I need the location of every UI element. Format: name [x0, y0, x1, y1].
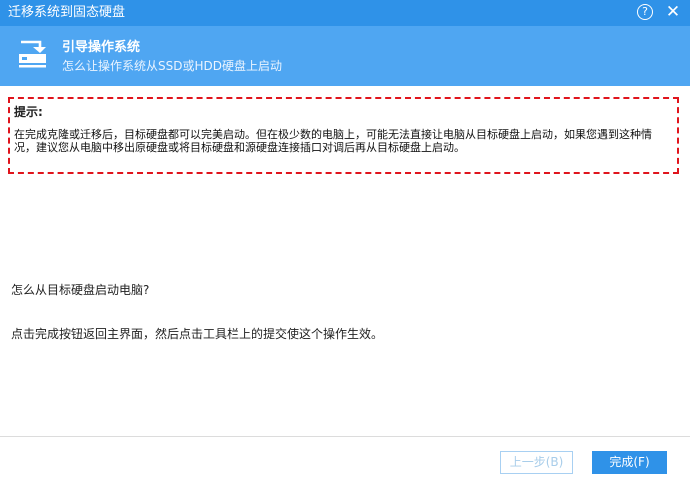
tip-title: 提示: — [14, 105, 43, 119]
tip-text: 在完成克隆或迁移后，目标硬盘都可以完美启动。但在极少数的电脑上，可能无法直接让电… — [14, 128, 652, 154]
tip-box: 提示: 在完成克隆或迁移后，目标硬盘都可以完美启动。但在极少数的电脑上，可能无法… — [8, 97, 679, 174]
title-bar: 迁移系统到固态硬盘 ? ✕ — [0, 0, 690, 26]
footer-divider — [0, 436, 690, 437]
migrate-system-dialog: 迁移系统到固态硬盘 ? ✕ 引导操作系统 怎么让操作系统从SSD或HDD硬盘上启… — [0, 0, 690, 486]
instruction-text: 点击完成按钮返回主界面，然后点击工具栏上的提交使这个操作生效。 — [11, 327, 384, 341]
window-title: 迁移系统到固态硬盘 — [8, 5, 126, 20]
previous-button[interactable]: 上一步(B) — [500, 451, 573, 474]
help-icon[interactable]: ? — [637, 4, 653, 20]
finish-button[interactable]: 完成(F) — [592, 451, 667, 474]
banner-title: 引导操作系统 — [62, 40, 141, 55]
banner-subtitle: 怎么让操作系统从SSD或HDD硬盘上启动 — [62, 59, 282, 73]
drive-transfer-icon — [19, 40, 46, 68]
close-icon[interactable]: ✕ — [664, 3, 682, 21]
step-banner: 引导操作系统 怎么让操作系统从SSD或HDD硬盘上启动 — [0, 26, 690, 86]
question-text: 怎么从目标硬盘启动电脑? — [11, 283, 150, 297]
